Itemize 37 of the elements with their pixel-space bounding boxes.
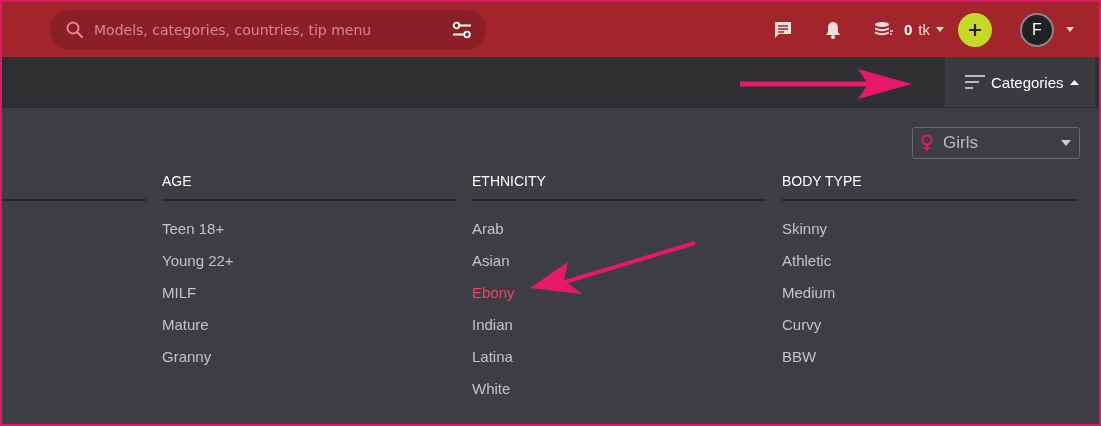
gender-select[interactable]: Girls [912,127,1080,159]
category-link[interactable]: Granny [162,341,212,373]
categories-button[interactable]: Categories [945,57,1095,107]
caret-icon [1061,140,1071,146]
token-amount: 0 [904,21,913,38]
category-link[interactable]: BBW [782,341,817,373]
avatar[interactable]: F [1020,12,1054,47]
plus-icon [969,23,981,36]
category-link[interactable]: Skinny [782,213,828,245]
search-icon [66,20,84,39]
filter-sliders-icon[interactable] [452,20,472,39]
token-unit: tk [918,21,930,38]
category-link[interactable]: Asian [472,245,510,277]
category-link[interactable]: Teen 18+ [162,213,225,245]
caret-icon [1069,79,1079,85]
category-link[interactable]: Latina [472,341,513,373]
caret-icon[interactable] [1066,27,1074,32]
sort-lines-icon [965,75,985,89]
category-link[interactable]: Young 22+ [162,245,234,277]
column-heading: AGE [162,173,193,191]
category-link[interactable]: Athletic [782,245,832,277]
search-bar[interactable]: Models, categories, countries, tip menu [50,9,486,50]
category-link[interactable]: Indian [472,309,513,341]
category-link[interactable]: Medium [782,277,836,309]
category-link[interactable]: White [472,373,511,405]
column-heading: ETHNICITY [472,173,547,191]
bell-icon[interactable] [824,20,842,39]
chat-icon[interactable] [774,20,792,39]
female-symbol-icon [921,134,933,152]
category-link[interactable]: Curvy [782,309,822,341]
category-link[interactable]: Arab [472,213,504,245]
add-tokens-button[interactable] [958,12,992,47]
category-link[interactable]: Mature [162,309,209,341]
category-link[interactable]: MILF [162,277,197,309]
search-field[interactable]: Models, categories, countries, tip menu [92,20,444,39]
caret-icon[interactable] [936,27,944,32]
column-heading: BODY TYPE [782,173,863,191]
